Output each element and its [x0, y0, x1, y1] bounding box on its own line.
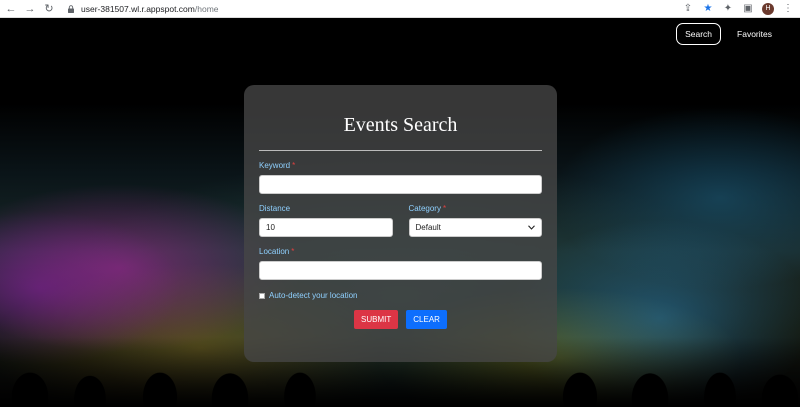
keyword-input[interactable]	[259, 175, 542, 194]
distance-label: Distance	[259, 204, 291, 213]
forward-icon[interactable]: →	[22, 1, 38, 17]
url-host: user-381507.wl.r.appspot.com	[81, 3, 195, 14]
lock-icon	[68, 4, 74, 13]
extensions-icon[interactable]: ✦	[722, 3, 734, 15]
bookmark-star-icon[interactable]: ★	[702, 3, 714, 15]
browser-actions: ⇪ ★ ✦ ▣ H ⋮	[682, 2, 800, 15]
required-marker: *	[291, 247, 295, 256]
events-search-card: Events Search Keyword * Distance 10 Categ…	[244, 85, 557, 362]
share-icon[interactable]: ⇪	[682, 3, 694, 15]
back-icon[interactable]: ←	[3, 1, 19, 17]
menu-kebab-icon[interactable]: ⋮	[782, 3, 794, 15]
side-panel-icon[interactable]: ▣	[742, 3, 754, 15]
top-navigation: Search Favorites	[676, 23, 780, 45]
location-input[interactable]	[259, 261, 542, 280]
profile-avatar[interactable]: H	[762, 2, 774, 15]
autodetect-row: Auto-detect your location	[259, 291, 542, 300]
nav-favorites-link[interactable]: Favorites	[729, 23, 780, 45]
address-bar[interactable]: user-381507.wl.r.appspot.com/home	[67, 2, 682, 16]
keyword-label: Keyword *	[259, 161, 296, 170]
required-marker: *	[292, 161, 296, 170]
distance-input[interactable]: 10	[259, 218, 393, 237]
nav-search-link[interactable]: Search	[676, 23, 722, 45]
autodetect-checkbox[interactable]	[259, 292, 265, 299]
form-actions: SUBMIT CLEAR	[259, 310, 542, 329]
category-selected-value: Default	[415, 223, 441, 232]
chevron-down-icon	[528, 225, 535, 230]
required-marker: *	[442, 204, 447, 213]
location-label: Location *	[259, 247, 295, 256]
clear-button[interactable]: CLEAR	[406, 310, 447, 329]
browser-nav-buttons: ← → ↻	[0, 1, 57, 17]
submit-button[interactable]: SUBMIT	[354, 310, 399, 329]
title-divider	[259, 150, 542, 151]
page-background: Search Favorites Events Search Keyword * …	[0, 18, 800, 407]
category-select[interactable]: Default	[408, 218, 542, 237]
url-path: /home	[194, 3, 219, 14]
reload-icon[interactable]: ↻	[41, 1, 57, 17]
browser-toolbar: ← → ↻ user-381507.wl.r.appspot.com/home …	[0, 0, 800, 18]
autodetect-label[interactable]: Auto-detect your location	[269, 291, 358, 300]
category-label: Category *	[408, 204, 447, 213]
page-title: Events Search	[343, 114, 458, 136]
